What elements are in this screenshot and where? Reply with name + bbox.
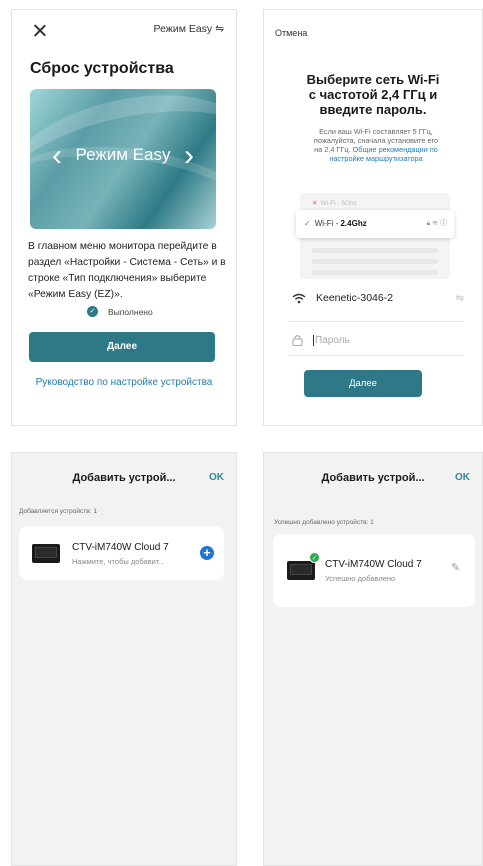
wifi-24-prefix: Wi-Fi - xyxy=(314,219,341,228)
done-label: Выполнено xyxy=(108,306,153,317)
note-line: пожалуйста, сначала установите его xyxy=(313,136,439,145)
ok-button[interactable]: OK xyxy=(209,472,224,483)
close-icon[interactable] xyxy=(32,23,48,39)
wifi-24ghz-item: ✓ Wi-Fi - 2.4Ghz 🔒︎ ≋ ⓘ xyxy=(296,210,454,238)
placeholder-row xyxy=(312,259,438,264)
easy-mode-label: Режим Easy xyxy=(153,23,213,35)
wifi-5ghz-item: ✕ Wi-Fi - 5Ghz xyxy=(312,199,357,207)
wifi-icon xyxy=(292,293,306,303)
swap-icon: ⇋ xyxy=(215,23,224,35)
router-guide-link[interactable]: Общие рекомендации по xyxy=(353,145,438,154)
wifi-status-icons: 🔒︎ ≋ ⓘ xyxy=(426,220,447,227)
wifi-5ghz-label: Wi-Fi - 5Ghz xyxy=(320,200,357,207)
title-line: с частотой 2,4 ГГц и xyxy=(308,87,438,102)
note-text: на 2,4 ГГц. xyxy=(314,145,351,154)
password-input[interactable] xyxy=(313,334,433,346)
done-checkbox[interactable]: ✓ Выполнено xyxy=(87,306,153,317)
add-icon[interactable]: + xyxy=(200,546,214,560)
page-title: Сброс устройства xyxy=(30,60,174,77)
swap-network-icon[interactable]: ⇋ xyxy=(456,293,464,304)
header: Добавить устрой... OK xyxy=(264,453,482,497)
next-button[interactable]: Далее xyxy=(29,332,215,362)
info-icon: ⓘ xyxy=(440,220,447,227)
device-name: CTV-iM740W Cloud 7 xyxy=(72,542,169,553)
device-status: Успешно добавлено xyxy=(325,574,396,583)
screen-adding-device: Добавить устрой... OK Добавляется устрой… xyxy=(11,452,237,866)
wifi-note: Если ваш Wi-Fi составляет 5 ГГц, пожалуй… xyxy=(292,127,460,163)
page-title: Добавить устрой... xyxy=(321,472,425,484)
wifi-24-band: 2.4Ghz xyxy=(340,219,367,228)
easy-mode-switch[interactable]: Режим Easy ⇋ xyxy=(154,23,224,35)
title-line: введите пароль. xyxy=(319,102,427,117)
device-card[interactable]: ✓ CTV-iM740W Cloud 7 Успешно добавлено ✎ xyxy=(273,534,475,607)
next-button[interactable]: Далее xyxy=(304,370,422,397)
hero-banner: ‹ Режим Easy › xyxy=(30,89,216,229)
status-text: Успешно добавлено устройств: 1 xyxy=(274,519,374,526)
edit-icon[interactable]: ✎ xyxy=(451,561,460,574)
password-field[interactable] xyxy=(292,334,433,346)
device-card[interactable]: CTV-iM740W Cloud 7 Нажмите, чтобы добави… xyxy=(19,526,224,580)
monitor-icon xyxy=(287,561,315,580)
ssid-field[interactable]: Keenetic-3046-2 xyxy=(292,292,393,304)
cancel-button[interactable]: Отмена xyxy=(275,28,307,38)
header: Добавить устрой... OK xyxy=(12,453,236,497)
device-hint: Нажмите, чтобы добавит... xyxy=(72,557,165,566)
instruction-text: В главном меню монитора перейдите в разд… xyxy=(28,241,226,300)
note-line: Если ваш Wi-Fi составляет 5 ГГц, xyxy=(319,127,433,136)
note-line: на 2,4 ГГц. Общие рекомендации по xyxy=(292,145,460,154)
page-title: Добавить устрой... xyxy=(72,472,176,484)
screen-device-reset: Режим Easy ⇋ Сброс устройства ‹ Режим Ea… xyxy=(11,9,237,426)
success-check-icon: ✓ xyxy=(309,552,320,563)
router-guide-link[interactable]: настройке маршрутизатора xyxy=(292,154,460,163)
divider xyxy=(288,321,464,322)
cross-icon: ✕ xyxy=(312,200,318,207)
placeholder-row xyxy=(312,270,438,275)
screen-wifi-select: Отмена Выберите сеть Wi-Fi с частотой 2,… xyxy=(263,9,483,426)
device-name: CTV-iM740W Cloud 7 xyxy=(325,559,422,570)
divider xyxy=(288,355,464,356)
screen-device-added: Добавить устрой... OK Успешно добавлено … xyxy=(263,452,483,866)
status-label: Добавляется устройств: 1 xyxy=(19,508,97,515)
monitor-icon xyxy=(32,544,60,563)
ok-button[interactable]: OK xyxy=(455,472,470,483)
status-text: Добавляется устройств: 1 ⁛ xyxy=(19,507,104,515)
placeholder-row xyxy=(312,248,438,253)
page-title: Выберите сеть Wi-Fi с частотой 2,4 ГГц и… xyxy=(264,72,482,117)
chevron-right-icon: › xyxy=(184,139,194,172)
check-icon: ✓ xyxy=(87,306,98,317)
loading-spinner-icon: ⁛ xyxy=(98,508,104,515)
setup-guide-link[interactable]: Руководство по настройке устройства xyxy=(12,377,236,388)
ssid-value: Keenetic-3046-2 xyxy=(316,292,394,304)
title-line: Выберите сеть Wi-Fi xyxy=(306,72,440,87)
lock-icon xyxy=(292,335,303,346)
check-icon: ✓ xyxy=(304,219,311,228)
